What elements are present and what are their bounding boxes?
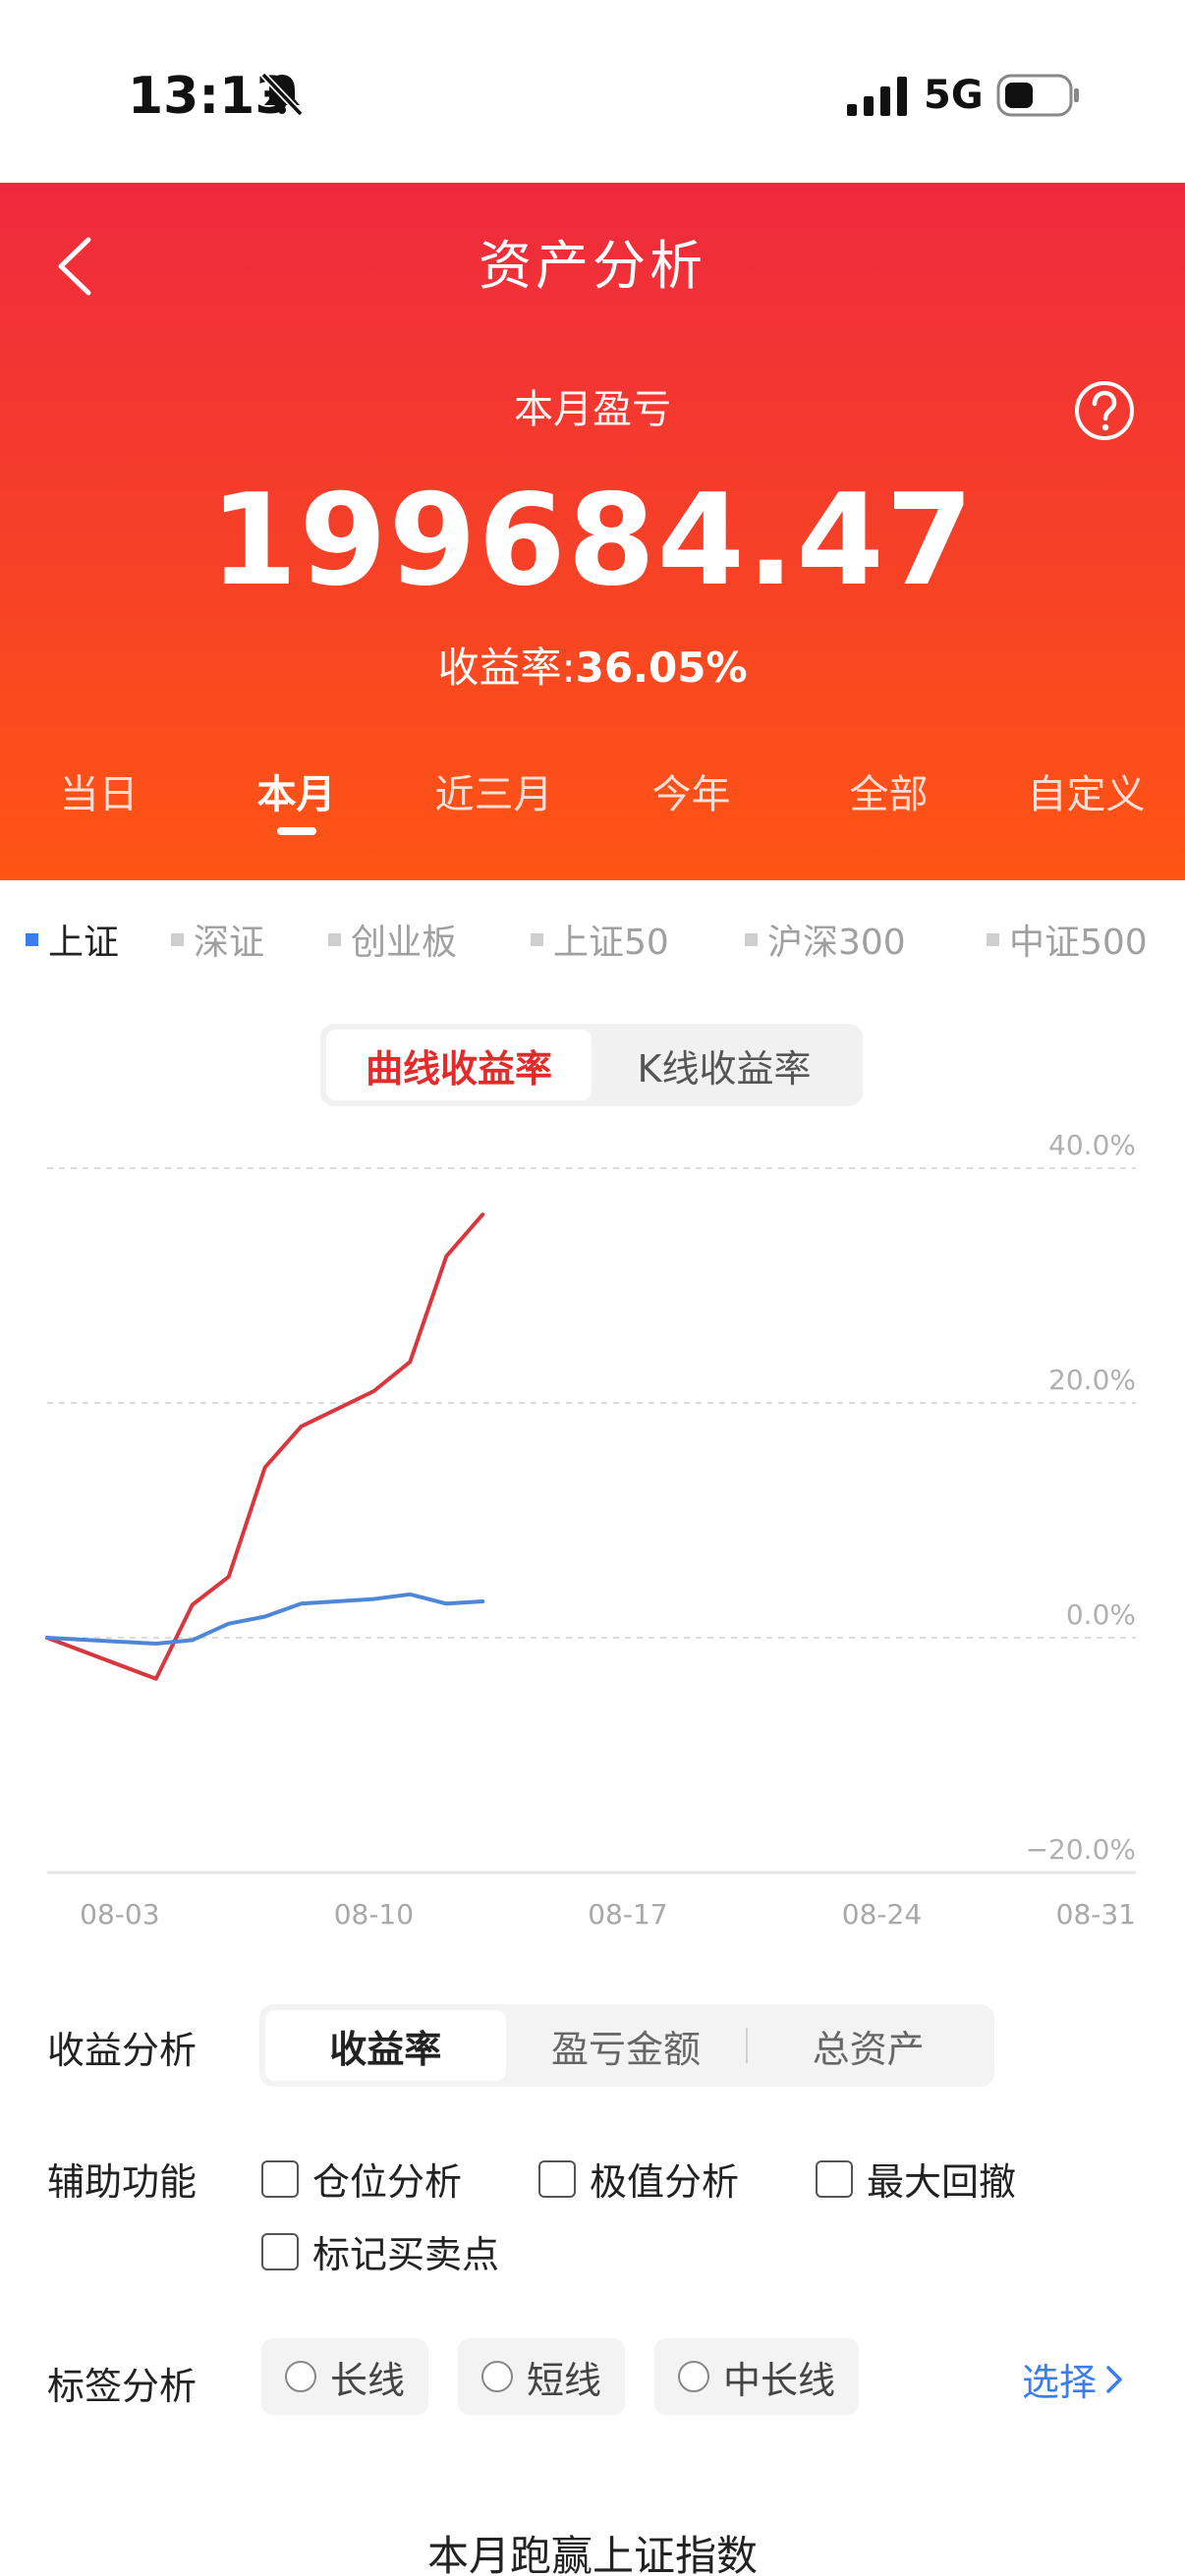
return-rate-value: 36.05%: [575, 644, 748, 692]
profit-metric-selector: 收益率 盈亏金额 总资产: [259, 2004, 994, 2087]
tag-analysis-label: 标签分析: [47, 2365, 198, 2408]
checkbox-icon[interactable]: [261, 2159, 299, 2198]
network-type: 5G: [924, 73, 984, 118]
tag-long-term[interactable]: 长线: [261, 2338, 429, 2415]
position-analysis-checkbox[interactable]: 仓位分析: [261, 2152, 462, 2206]
index-sse50[interactable]: 上证50: [531, 914, 669, 965]
aux-functions-label: 辅助功能: [47, 2160, 198, 2204]
tab-three-months[interactable]: 近三月: [395, 762, 592, 861]
radio-icon[interactable]: [285, 2361, 316, 2392]
tab-this-year[interactable]: 今年: [592, 762, 790, 861]
x-tick-label: 08-03: [80, 1898, 159, 1926]
checkbox-icon[interactable]: [261, 2232, 299, 2270]
return-chart[interactable]: 40.0% 20.0% 0.0% −20.0% 08-03 08-10 08-17 08-24…: [0, 1100, 1185, 1926]
legend-dot: [745, 932, 758, 946]
checkbox-icon[interactable]: [538, 2159, 576, 2198]
period-profit-label: 本月盈亏: [514, 387, 671, 432]
asset-header: 资产分析 本月盈亏 199684.47 收益率:36.05% 当日 本月 近三月…: [0, 183, 1185, 880]
profit-analysis-label: 收益分析: [47, 2029, 198, 2072]
period-tabs: 当日 本月 近三月 今年 全部 自定义: [0, 762, 1185, 861]
signal-icon: [847, 77, 907, 116]
index-shenzhen[interactable]: 深证: [171, 914, 264, 965]
y-tick-label: −20.0%: [1026, 1833, 1136, 1866]
battery-icon: [996, 74, 1079, 117]
index-csi500[interactable]: 中证500: [987, 914, 1148, 965]
x-tick-label: 08-24: [842, 1898, 922, 1926]
radio-icon[interactable]: [678, 2361, 709, 2392]
select-tags-link[interactable]: 选择: [1022, 2352, 1124, 2406]
portfolio-return-line: [45, 1212, 485, 1681]
beat-index-title: 本月跑赢上证指数: [426, 2532, 758, 2576]
active-tab-indicator: [276, 827, 316, 835]
metric-profit-amount[interactable]: 盈亏金额: [506, 2010, 747, 2081]
legend-dot: [171, 932, 184, 946]
checkbox-icon[interactable]: [816, 2159, 853, 2198]
metric-return-rate[interactable]: 收益率: [265, 2010, 506, 2081]
y-tick-label: 0.0%: [1066, 1598, 1136, 1631]
tab-custom[interactable]: 自定义: [988, 762, 1185, 861]
y-tick-label: 40.0%: [1048, 1129, 1136, 1161]
status-bar: 13:13 5G: [0, 0, 1185, 183]
x-tick-label: 08-10: [334, 1898, 414, 1926]
extreme-analysis-checkbox[interactable]: 极值分析: [538, 2152, 739, 2206]
y-tick-label: 20.0%: [1048, 1364, 1136, 1396]
legend-dot: [26, 932, 38, 946]
index-selector: 上证 深证 创业板 上证50 沪深300 中证500: [0, 914, 1185, 973]
x-tick-label: 08-17: [588, 1898, 667, 1926]
profit-value: 199684.47: [209, 468, 976, 614]
return-rate-label: 收益率:: [437, 644, 576, 692]
legend-dot: [328, 932, 341, 946]
index-shanghai[interactable]: 上证: [26, 914, 119, 965]
tag-short-term[interactable]: 短线: [458, 2338, 626, 2415]
tab-all[interactable]: 全部: [790, 762, 988, 861]
page-title: 资产分析: [479, 235, 706, 297]
help-icon[interactable]: [1073, 379, 1136, 442]
tab-this-month[interactable]: 本月: [198, 762, 395, 861]
legend-dot: [987, 932, 999, 946]
kline-return-option[interactable]: K线收益率: [592, 1030, 857, 1100]
legend-dot: [531, 932, 543, 946]
metric-total-assets[interactable]: 总资产: [748, 2010, 988, 2081]
index-return-line: [45, 1592, 485, 1646]
max-drawdown-checkbox[interactable]: 最大回撤: [816, 2152, 1016, 2206]
return-rate: 收益率:36.05%: [0, 635, 1185, 695]
curve-return-option[interactable]: 曲线收益率: [326, 1030, 592, 1100]
tab-today[interactable]: 当日: [0, 762, 198, 861]
index-csi300[interactable]: 沪深300: [745, 914, 906, 965]
chart-type-toggle: 曲线收益率 K线收益率: [320, 1024, 863, 1106]
radio-icon[interactable]: [481, 2361, 513, 2392]
x-tick-label: 08-31: [1056, 1898, 1136, 1926]
chevron-right-icon: [1106, 2365, 1122, 2393]
mark-trades-checkbox[interactable]: 标记买卖点: [261, 2224, 499, 2278]
bell-mute-icon: [260, 72, 304, 117]
index-chinext[interactable]: 创业板: [328, 914, 457, 965]
tag-mid-long-term[interactable]: 中长线: [654, 2338, 860, 2415]
